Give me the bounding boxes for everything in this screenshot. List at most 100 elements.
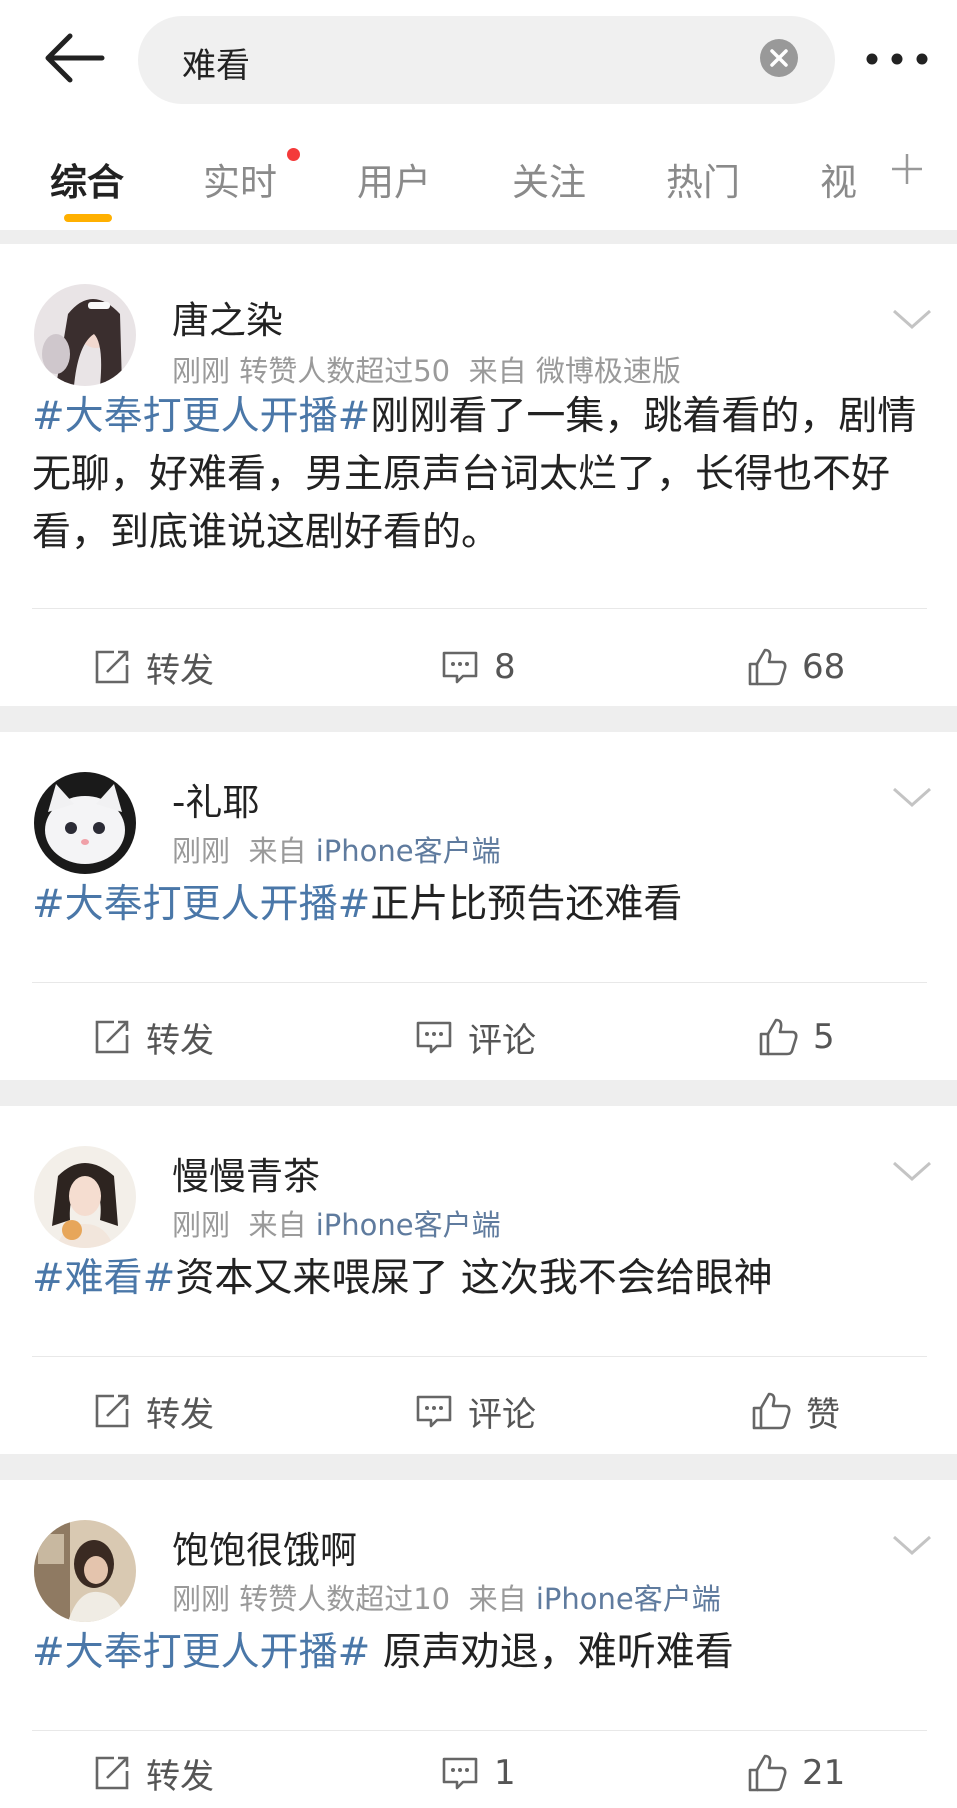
- post-meta: 刚刚 转赞人数超过50 来自 微博极速版: [172, 348, 681, 390]
- topic-tag[interactable]: #大奉打更人开播#: [32, 1630, 370, 1675]
- repost-label: 转发: [146, 1756, 214, 1797]
- post-meta: 刚刚 来自 iPhone客户端: [172, 1202, 501, 1244]
- post-content: #大奉打更人开播#刚刚看了一集，跳着看的，剧情无聊，好难看，男主原声台词太烂了，…: [32, 388, 932, 562]
- post-time: 刚刚: [172, 1582, 231, 1616]
- post-separator: [0, 1080, 957, 1106]
- topic-tag[interactable]: #大奉打更人开播#: [32, 882, 370, 927]
- divider: [32, 982, 927, 983]
- post-card[interactable]: 饱饱很饿啊 刚刚 转赞人数超过10 来自 iPhone客户端 #大奉打更人开播#…: [0, 1480, 957, 1808]
- post-content: #大奉打更人开播#正片比预告还难看: [32, 876, 932, 934]
- like-button[interactable]: 68: [746, 642, 845, 692]
- comment-label: 评论: [468, 1020, 536, 1061]
- post-extra: 转赞人数超过50: [239, 354, 451, 388]
- post-content: #难看#资本又来喂屎了 这次我不会给眼神: [32, 1250, 932, 1308]
- post-time: 刚刚: [172, 354, 231, 388]
- post-time: 刚刚: [172, 834, 231, 868]
- unread-dot: [287, 148, 300, 161]
- search-input[interactable]: 难看: [138, 16, 835, 104]
- tab-comprehensive[interactable]: 综合: [50, 152, 124, 206]
- post-separator: [0, 1454, 957, 1480]
- thumbs-up-icon: [759, 1018, 798, 1056]
- chevron-down-icon[interactable]: [890, 306, 934, 332]
- comment-label: 评论: [468, 1394, 536, 1435]
- avatar[interactable]: [34, 772, 136, 874]
- avatar[interactable]: [34, 1520, 136, 1622]
- post-meta: 刚刚 来自 iPhone客户端: [172, 828, 501, 870]
- repost-icon: [95, 1020, 129, 1054]
- repost-label: 转发: [146, 1394, 214, 1435]
- thumbs-up-icon: [748, 648, 787, 686]
- post-content: #大奉打更人开播# 原声劝退，难听难看: [32, 1624, 932, 1682]
- tab-video[interactable]: 视: [820, 152, 857, 206]
- comment-button[interactable]: 1: [440, 1748, 516, 1798]
- tab-realtime[interactable]: 实时: [203, 152, 277, 206]
- username[interactable]: 慢慢青茶: [172, 1146, 320, 1200]
- tab-following[interactable]: 关注: [512, 152, 586, 206]
- comment-button[interactable]: 评论: [414, 1012, 536, 1062]
- like-label: 赞: [806, 1394, 840, 1435]
- thumbs-up-icon: [748, 1754, 787, 1792]
- from-label: 来自: [248, 834, 307, 868]
- repost-button[interactable]: 转发: [92, 642, 214, 692]
- avatar[interactable]: [34, 1146, 136, 1248]
- like-button[interactable]: 21: [746, 1748, 845, 1798]
- post-source[interactable]: iPhone客户端: [316, 834, 501, 868]
- like-count: 68: [802, 647, 846, 687]
- comment-count: 8: [494, 647, 516, 687]
- comment-icon: [416, 1395, 452, 1428]
- post-card[interactable]: 慢慢青茶 刚刚 来自 iPhone客户端 #难看#资本又来喂屎了 这次我不会给眼…: [0, 1106, 957, 1454]
- comment-icon: [442, 651, 478, 684]
- top-bar: 难看: [0, 0, 957, 118]
- chevron-down-icon[interactable]: [890, 1532, 934, 1558]
- username[interactable]: 唐之染: [172, 290, 283, 344]
- from-label: 来自: [248, 1208, 307, 1242]
- post-text: 资本又来喂屎了 这次我不会给眼神: [175, 1256, 773, 1301]
- post-source[interactable]: iPhone客户端: [536, 1582, 721, 1616]
- repost-button[interactable]: 转发: [92, 1748, 214, 1798]
- thumbs-up-icon: [752, 1392, 791, 1430]
- add-tab-icon[interactable]: [890, 152, 924, 186]
- active-tab-indicator: [64, 214, 112, 222]
- chevron-down-icon[interactable]: [890, 784, 934, 810]
- comment-count: 1: [494, 1753, 516, 1793]
- post-separator: [0, 706, 957, 732]
- post-card[interactable]: -礼耶 刚刚 来自 iPhone客户端 #大奉打更人开播#正片比预告还难看 转发…: [0, 732, 957, 1080]
- tab-users[interactable]: 用户: [357, 152, 431, 206]
- tab-hot[interactable]: 热门: [666, 152, 740, 206]
- more-options-icon[interactable]: [862, 44, 932, 74]
- like-count: 5: [813, 1017, 835, 1057]
- post-text: 正片比预告还难看: [370, 882, 683, 927]
- divider: [32, 608, 927, 609]
- repost-icon: [95, 1394, 129, 1428]
- repost-icon: [95, 650, 129, 684]
- repost-button[interactable]: 转发: [92, 1386, 214, 1436]
- repost-button[interactable]: 转发: [92, 1012, 214, 1062]
- username[interactable]: 饱饱很饿啊: [172, 1520, 357, 1574]
- comment-button[interactable]: 评论: [414, 1386, 536, 1436]
- comment-icon: [442, 1757, 478, 1790]
- chevron-down-icon[interactable]: [890, 1158, 934, 1184]
- username[interactable]: -礼耶: [172, 772, 259, 826]
- topic-tag[interactable]: #大奉打更人开播#: [32, 394, 370, 439]
- clear-search-icon[interactable]: [759, 38, 799, 78]
- comment-icon: [416, 1021, 452, 1054]
- post-source[interactable]: iPhone客户端: [316, 1208, 501, 1242]
- from-label: 来自: [468, 354, 527, 388]
- like-button[interactable]: 5: [757, 1012, 835, 1062]
- avatar[interactable]: [34, 284, 136, 386]
- post-card[interactable]: 唐之染 刚刚 转赞人数超过50 来自 微博极速版 #大奉打更人开播#刚刚看了一集…: [0, 244, 957, 706]
- post-meta: 刚刚 转赞人数超过10 来自 iPhone客户端: [172, 1576, 721, 1618]
- post-text: 原声劝退，难听难看: [370, 1630, 734, 1675]
- back-arrow-icon[interactable]: [40, 28, 110, 88]
- topic-tag[interactable]: #难看#: [32, 1256, 175, 1301]
- post-time: 刚刚: [172, 1208, 231, 1242]
- like-button[interactable]: 赞: [750, 1386, 840, 1436]
- comment-button[interactable]: 8: [440, 642, 516, 692]
- repost-icon: [95, 1756, 129, 1790]
- repost-label: 转发: [146, 1020, 214, 1061]
- like-count: 21: [802, 1753, 846, 1793]
- divider: [32, 1730, 927, 1731]
- from-label: 来自: [468, 1582, 527, 1616]
- repost-label: 转发: [146, 650, 214, 691]
- search-query-text: 难看: [182, 46, 250, 86]
